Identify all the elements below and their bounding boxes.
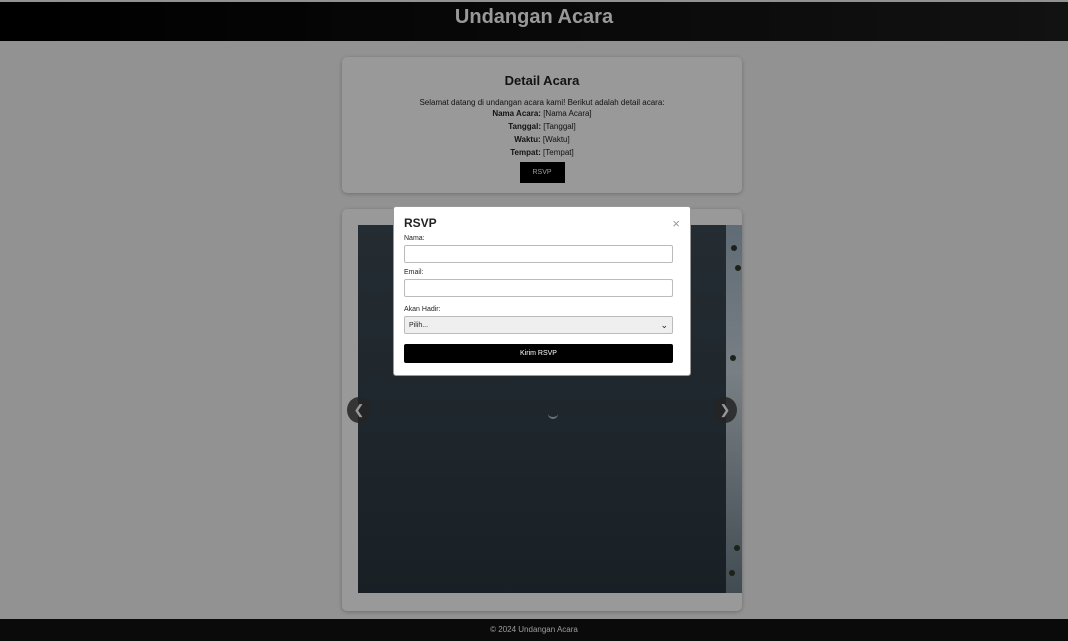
chevron-down-icon: ⌄ — [660, 319, 668, 330]
attendance-selected-value: Pilih... — [409, 321, 429, 329]
attendance-label: Akan Hadir: — [404, 306, 441, 313]
name-label: Nama: — [404, 235, 425, 242]
modal-title: RSVP — [404, 216, 437, 230]
email-input[interactable] — [404, 279, 673, 297]
rsvp-modal: RSVP × Nama: Email: Akan Hadir: Pilih...… — [393, 206, 691, 376]
attendance-select[interactable]: Pilih... ⌄ — [404, 316, 673, 334]
name-input[interactable] — [404, 245, 673, 263]
close-icon[interactable]: × — [672, 217, 680, 230]
submit-rsvp-button[interactable]: Kirim RSVP — [404, 344, 673, 363]
email-label: Email: — [404, 269, 424, 276]
